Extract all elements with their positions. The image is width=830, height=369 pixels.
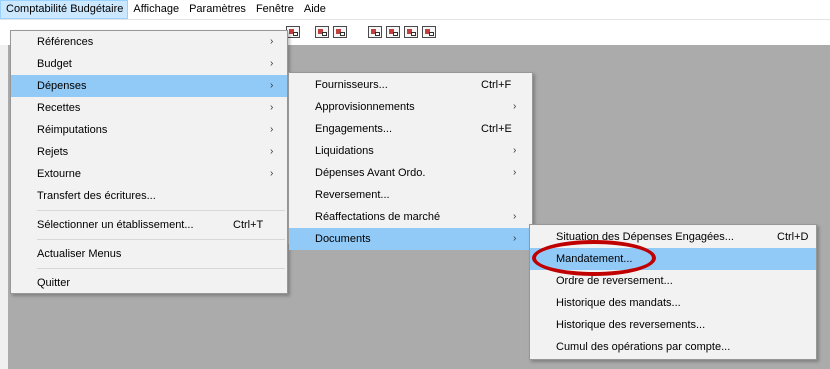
toolbar-table-icon[interactable]: [404, 26, 418, 38]
menu-item-label: Dépenses: [37, 80, 87, 92]
submenu-arrow-icon: ›: [270, 80, 274, 91]
menu-item-label: Références: [37, 36, 94, 48]
depenses-submenu: Fournisseurs... Ctrl+F Approvisionnement…: [288, 72, 533, 250]
menu-item-label: Réaffectations de marché: [315, 211, 441, 223]
submenu-arrow-icon: ›: [513, 101, 517, 112]
menu-item-label: Historique des reversements...: [556, 319, 706, 331]
menu-item-transfert-ecritures[interactable]: Transfert des écritures...: [11, 185, 287, 207]
menu-item-shortcut: Ctrl+D: [777, 231, 809, 243]
menu-separator: [37, 239, 285, 240]
toolbar-table-icon[interactable]: [386, 26, 400, 38]
menu-item-label: Approvisionnements: [315, 101, 415, 113]
menu-item-label: Rejets: [37, 146, 69, 158]
menu-item-selectionner-etablissement[interactable]: Sélectionner un établissement... Ctrl+T: [11, 214, 287, 236]
menu-item-label: Dépenses Avant Ordo.: [315, 167, 426, 179]
menu-item-label: Sélectionner un établissement...: [37, 219, 194, 231]
menu-item-label: Reversement...: [315, 189, 390, 201]
menu-item-shortcut: Ctrl+F: [481, 79, 512, 91]
menu-item-liquidations[interactable]: Liquidations ›: [289, 140, 532, 162]
menu-item-reimputations[interactable]: Réimputations ›: [11, 119, 287, 141]
menu-item-extourne[interactable]: Extourne ›: [11, 163, 287, 185]
menu-aide[interactable]: Aide: [299, 0, 331, 19]
menu-item-reversement[interactable]: Reversement...: [289, 184, 532, 206]
menu-item-label: Recettes: [37, 102, 81, 114]
menu-item-label: Budget: [37, 58, 72, 70]
menu-item-label: Ordre de reversement...: [556, 275, 673, 287]
menu-item-ordre-de-reversement[interactable]: Ordre de reversement...: [530, 270, 816, 292]
menu-item-approvisionnements[interactable]: Approvisionnements ›: [289, 96, 532, 118]
menu-item-label: Réimputations: [37, 124, 108, 136]
submenu-arrow-icon: ›: [513, 145, 517, 156]
menu-item-quitter[interactable]: Quitter: [11, 272, 287, 294]
menu-separator: [37, 210, 285, 211]
menu-item-label: Liquidations: [315, 145, 374, 157]
menu-item-label: Engagements...: [315, 123, 393, 135]
toolbar-report-icon[interactable]: [333, 26, 347, 38]
menu-item-engagements[interactable]: Engagements... Ctrl+E: [289, 118, 532, 140]
menu-item-actualiser-menus[interactable]: Actualiser Menus: [11, 243, 287, 265]
menu-item-label: Cumul des opérations par compte...: [556, 341, 731, 353]
menu-item-shortcut: Ctrl+T: [233, 219, 264, 231]
menu-item-label: Situation des Dépenses Engagées...: [556, 231, 734, 243]
menu-item-shortcut: Ctrl+E: [481, 123, 512, 135]
menu-item-reaffectations-marche[interactable]: Réaffectations de marché ›: [289, 206, 532, 228]
menu-item-historique-reversements[interactable]: Historique des reversements...: [530, 314, 816, 336]
toolbar-report-icon[interactable]: [315, 26, 329, 38]
documents-submenu: Situation des Dépenses Engagées... Ctrl+…: [529, 224, 817, 360]
menu-item-label: Extourne: [37, 168, 82, 180]
menu-item-historique-mandats[interactable]: Historique des mandats...: [530, 292, 816, 314]
submenu-arrow-icon: ›: [513, 211, 517, 222]
menu-item-label: Actualiser Menus: [37, 248, 122, 260]
submenu-arrow-icon: ›: [513, 167, 517, 178]
menu-item-documents[interactable]: Documents ›: [289, 228, 532, 250]
menu-item-fournisseurs[interactable]: Fournisseurs... Ctrl+F: [289, 74, 532, 96]
submenu-arrow-icon: ›: [270, 102, 274, 113]
toolbar-table-icon[interactable]: [422, 26, 436, 38]
menu-fenetre[interactable]: Fenêtre: [251, 0, 299, 19]
menu-item-rejets[interactable]: Rejets ›: [11, 141, 287, 163]
menu-item-depenses-avant-ordo[interactable]: Dépenses Avant Ordo. ›: [289, 162, 532, 184]
menu-item-label: Fournisseurs...: [315, 79, 388, 91]
submenu-arrow-icon: ›: [270, 36, 274, 47]
menu-item-references[interactable]: Références ›: [11, 31, 287, 53]
submenu-arrow-icon: ›: [270, 124, 274, 135]
toolbar-table-icon[interactable]: [368, 26, 382, 38]
menu-item-budget[interactable]: Budget ›: [11, 53, 287, 75]
submenu-arrow-icon: ›: [270, 168, 274, 179]
submenu-arrow-icon: ›: [513, 233, 517, 244]
menu-item-recettes[interactable]: Recettes ›: [11, 97, 287, 119]
menu-separator: [37, 268, 285, 269]
menu-bar: Comptabilité Budgétaire Affichage Paramè…: [0, 0, 830, 19]
menu-item-label: Quitter: [37, 277, 71, 289]
menu-item-label: Historique des mandats...: [556, 297, 681, 309]
comptabilite-budgetaire-menu: Références › Budget › Dépenses › Recette…: [10, 30, 288, 294]
workspace-edge: [0, 45, 8, 369]
menu-item-label: Documents: [315, 233, 371, 245]
submenu-arrow-icon: ›: [270, 58, 274, 69]
submenu-arrow-icon: ›: [270, 146, 274, 157]
menu-item-label: Transfert des écritures...: [37, 190, 156, 202]
menu-affichage[interactable]: Affichage: [128, 0, 184, 19]
menu-item-depenses[interactable]: Dépenses ›: [11, 75, 287, 97]
menu-item-mandatement[interactable]: Mandatement...: [530, 248, 816, 270]
menu-item-situation-depenses-engagees[interactable]: Situation des Dépenses Engagées... Ctrl+…: [530, 226, 816, 248]
menu-item-cumul-operations-compte[interactable]: Cumul des opérations par compte...: [530, 336, 816, 358]
menu-item-label: Mandatement...: [556, 253, 633, 265]
menu-comptabilite-budgetaire[interactable]: Comptabilité Budgétaire: [0, 0, 129, 19]
toolbar-document-icon[interactable]: [286, 26, 300, 38]
menu-parametres[interactable]: Paramètres: [184, 0, 251, 19]
